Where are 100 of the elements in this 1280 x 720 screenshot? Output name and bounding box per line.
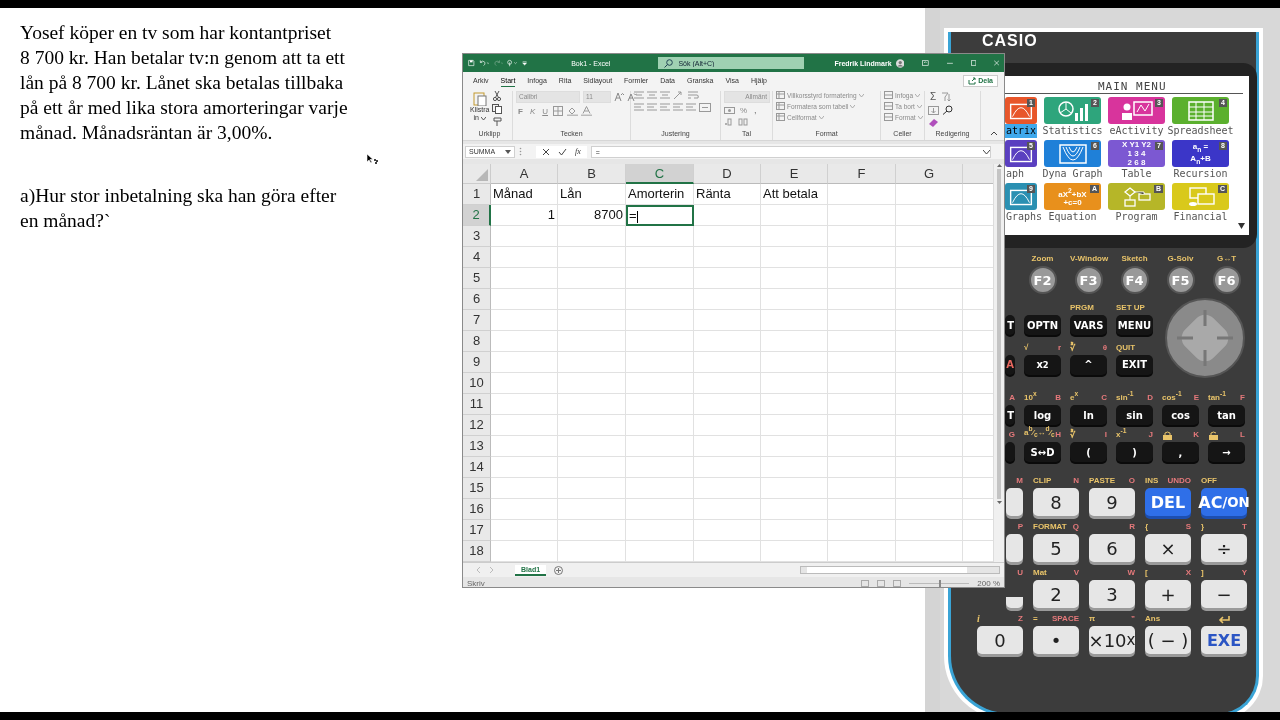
table-cell[interactable]: Ränta — [694, 184, 761, 205]
row-header[interactable]: 4 — [463, 247, 491, 268]
horizontal-scrollbar[interactable] — [800, 566, 1000, 574]
key-label: K — [1193, 430, 1199, 440]
sheet-nav-icon[interactable] — [475, 567, 495, 573]
close-icon[interactable] — [993, 59, 999, 67]
key-label: tan$^{-1}$ — [1208, 389, 1226, 403]
calculator-key[interactable]: 8 — [1033, 488, 1079, 516]
save-icon[interactable] — [468, 58, 475, 68]
calculator-key[interactable]: OPTN — [1024, 315, 1061, 335]
calculator-key[interactable] — [1006, 534, 1023, 562]
calculator-key[interactable]: DEL — [1145, 488, 1191, 516]
calculator-key[interactable]: cos — [1162, 405, 1199, 425]
avatar[interactable] — [895, 56, 905, 70]
touch-mode-icon[interactable] — [507, 58, 518, 68]
row-header[interactable]: 3 — [463, 226, 491, 247]
maximize-icon[interactable] — [970, 59, 976, 67]
table-cell[interactable]: Att betala — [761, 184, 828, 205]
customize-icon[interactable] — [521, 58, 528, 68]
calculator-key[interactable]: MENU — [1116, 315, 1153, 335]
row-header[interactable]: 2 — [463, 205, 491, 226]
vertical-scrollbar[interactable] — [993, 164, 1004, 562]
check-icon[interactable] — [558, 147, 567, 156]
calculator-key[interactable]: EXIT — [1116, 354, 1153, 375]
row-header[interactable]: 14 — [463, 457, 491, 478]
calculator-key[interactable] — [1005, 442, 1015, 462]
row-header[interactable]: 17 — [463, 520, 491, 541]
status-mode: Skriv — [467, 578, 485, 588]
table-cell[interactable]: Amorterin — [626, 184, 694, 205]
calculator-key[interactable]: 3 — [1089, 580, 1135, 608]
calculator-key[interactable]: ( — [1070, 442, 1107, 462]
caret-icon — [505, 149, 511, 154]
key-label: W — [1127, 568, 1135, 578]
calculator-key[interactable]: A — [1005, 354, 1015, 375]
calculator-key[interactable]: T — [1005, 315, 1015, 335]
calculator-key[interactable]: sin — [1116, 405, 1153, 425]
key-label: N — [1073, 476, 1079, 486]
row-header[interactable]: 13 — [463, 436, 491, 457]
calculator-key[interactable]: 2 — [1033, 580, 1079, 608]
calculator-key[interactable]: VARS — [1070, 315, 1107, 335]
expand-icon[interactable] — [983, 149, 990, 154]
row-header[interactable]: 9 — [463, 352, 491, 373]
row-header[interactable]: 12 — [463, 415, 491, 436]
scroll-up-icon[interactable] — [996, 164, 1002, 167]
row-header[interactable]: 1 — [463, 184, 491, 205]
ribbon-display-icon[interactable] — [922, 59, 929, 67]
scroll-down-icon[interactable] — [996, 501, 1002, 504]
cells-icon — [884, 113, 893, 121]
row-header[interactable]: 16 — [463, 499, 491, 520]
calculator-key[interactable]: tan — [1208, 405, 1245, 425]
undo-icon[interactable] — [478, 58, 489, 68]
row-header[interactable]: 15 — [463, 478, 491, 499]
row-header[interactable]: 10 — [463, 373, 491, 394]
select-all-icon[interactable] — [476, 169, 488, 181]
calculator-key[interactable]: × — [1145, 534, 1191, 562]
calculator-key[interactable]: 9 — [1089, 488, 1135, 516]
column-header[interactable]: C — [626, 164, 694, 184]
calculator-key[interactable]: • — [1033, 626, 1079, 654]
view-icon[interactable] — [861, 579, 902, 587]
calculator-key[interactable]: − — [1201, 580, 1247, 608]
table-cell[interactable]: 8700 — [558, 205, 626, 226]
calculator-key[interactable]: ) — [1116, 442, 1153, 462]
calculator-key[interactable]: ÷ — [1201, 534, 1247, 562]
key-label: J — [1148, 430, 1153, 440]
table-cell[interactable]: = — [626, 205, 694, 226]
add-sheet-icon[interactable] — [554, 565, 564, 575]
calculator-key[interactable]: → — [1208, 442, 1245, 462]
calculator-key[interactable]: ln — [1070, 405, 1107, 425]
redo-icon[interactable] — [493, 58, 504, 68]
table-cell[interactable]: Lån — [558, 184, 626, 205]
row-header[interactable]: 8 — [463, 331, 491, 352]
row-header[interactable]: 7 — [463, 310, 491, 331]
calculator-key[interactable]: 0 — [977, 626, 1023, 654]
calculator-key[interactable]: log — [1024, 405, 1061, 425]
unlock-icon — [1208, 431, 1219, 440]
calculator-key[interactable]: S↔D — [1024, 442, 1061, 462]
calculator-key[interactable]: + — [1145, 580, 1191, 608]
table-cell[interactable]: 1 — [491, 205, 558, 226]
calculator-key[interactable]: , — [1162, 442, 1199, 462]
calculator-key[interactable]: 6 — [1089, 534, 1135, 562]
key-label: G↔T — [1216, 254, 1237, 264]
row-header[interactable]: 5 — [463, 268, 491, 289]
calculator-key[interactable]: ^ — [1070, 354, 1107, 375]
calculator-key[interactable]: T — [1005, 405, 1015, 425]
table-cell[interactable]: Månad — [491, 184, 558, 205]
calculator-key[interactable]: ( − ) — [1145, 626, 1191, 654]
calculator-key[interactable]: EXE — [1201, 626, 1247, 654]
menu-title: MAIN MENU — [1098, 80, 1167, 93]
insert-function-button[interactable]: fx — [575, 147, 581, 156]
key-label: A — [1009, 393, 1015, 403]
cancel-icon[interactable] — [542, 147, 550, 156]
calculator-key[interactable] — [1006, 597, 1023, 608]
caret-icon — [915, 93, 921, 97]
calculator-key[interactable]: 5 — [1033, 534, 1079, 562]
zoom-level: 200 % — [977, 578, 1000, 588]
key-label: PRGM — [1070, 303, 1094, 313]
row-header[interactable]: 11 — [463, 394, 491, 415]
calculator-key[interactable] — [1006, 488, 1023, 516]
row-header[interactable]: 18 — [463, 541, 491, 562]
row-header[interactable]: 6 — [463, 289, 491, 310]
